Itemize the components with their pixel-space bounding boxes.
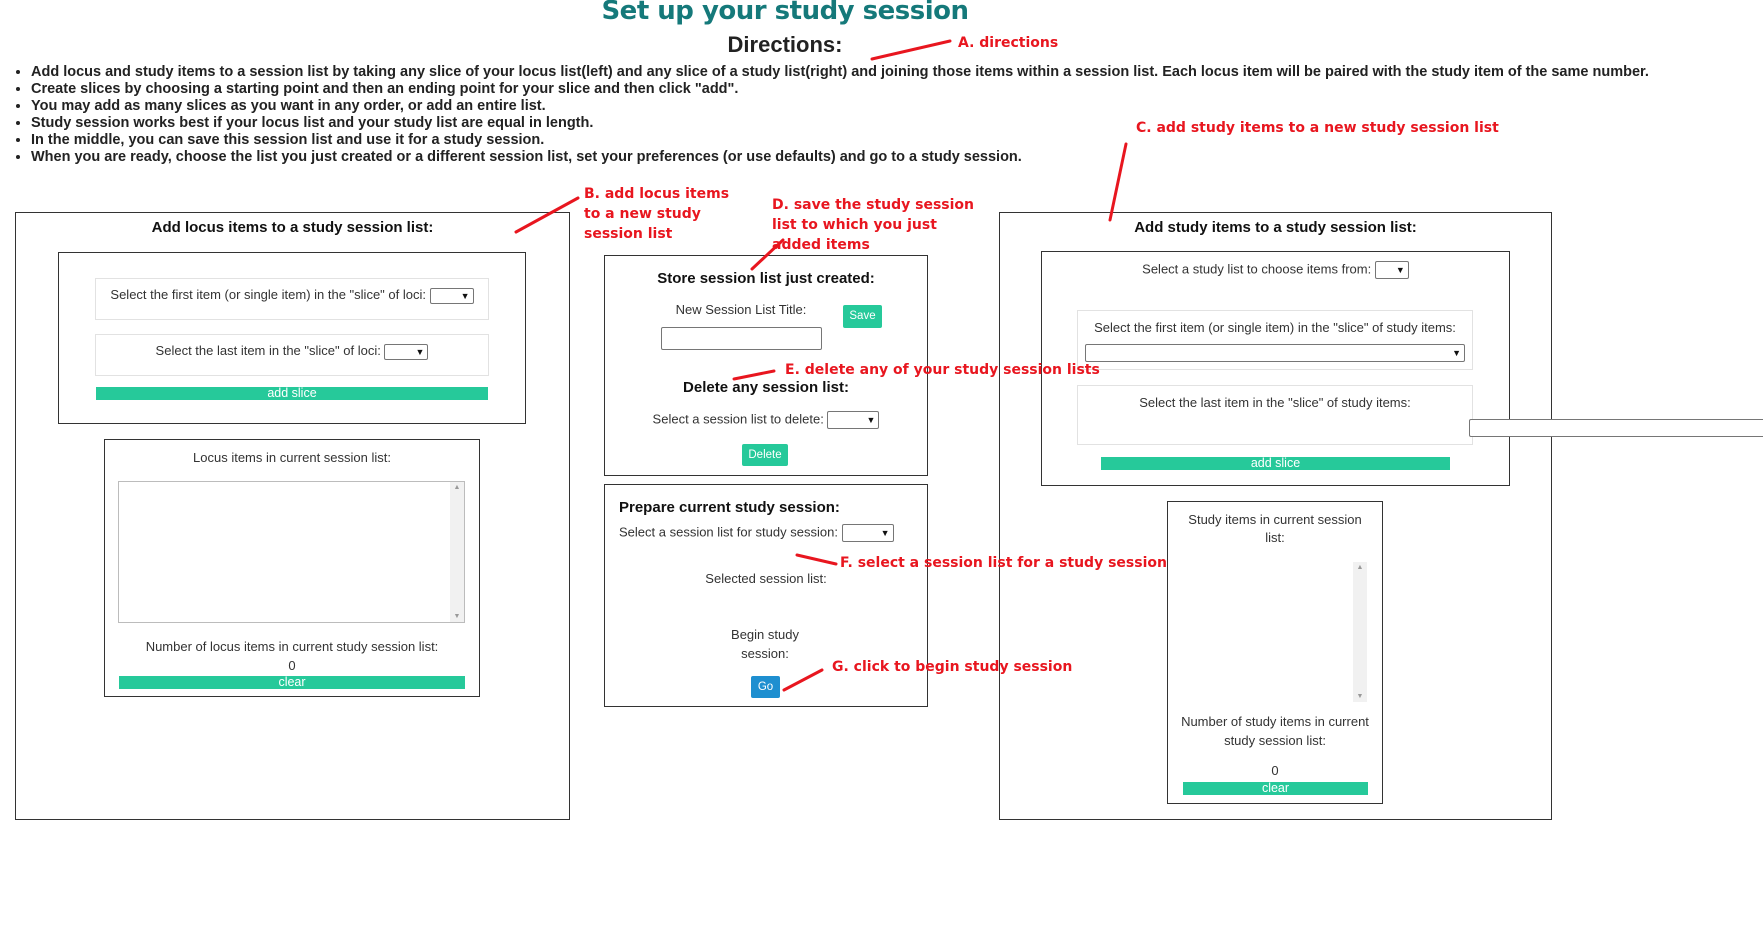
arrow-a	[870, 39, 952, 61]
arrow-c	[1108, 142, 1128, 222]
annotation-arrows	[514, 39, 1128, 692]
annotation-g: G. click to begin study session	[832, 659, 1073, 675]
arrow-e	[732, 369, 776, 381]
annotation-d: D. save the study session list to which …	[772, 197, 975, 253]
annotation-b: B. add locus items to a new study sessio…	[584, 186, 730, 242]
annotation-a: A. directions	[958, 35, 1059, 51]
arrow-b	[514, 196, 580, 234]
annotation-f: F. select a session list for a study ses…	[840, 555, 1167, 571]
annotation-e: E. delete any of your study session list…	[785, 362, 1100, 378]
arrow-g	[782, 668, 824, 692]
arrow-f	[795, 553, 838, 566]
annotation-c: C. add study items to a new study sessio…	[1136, 120, 1499, 136]
